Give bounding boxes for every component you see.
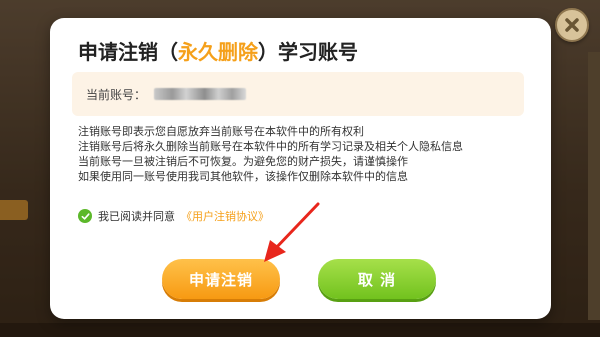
account-value-redacted <box>154 88 247 100</box>
agree-text: 我已阅读并同意 <box>98 210 175 223</box>
close-button[interactable] <box>555 8 589 42</box>
current-account-box: 当前账号： <box>72 72 524 116</box>
agree-checkbox[interactable] <box>78 209 92 223</box>
notice-line: 如果使用同一账号使用我司其他软件，该操作仅删除本软件中的信息 <box>78 170 408 183</box>
checkmark-icon <box>81 212 90 220</box>
dialog-title: 申请注销（永久删除）学习账号 <box>78 36 358 65</box>
title-highlight: 永久删除 <box>178 40 258 64</box>
close-icon <box>565 18 579 32</box>
agreement-row: 我已阅读并同意 《用户注销协议》 <box>78 208 269 224</box>
red-arrow-icon <box>264 202 320 262</box>
cancel-account-dialog: 申请注销（永久删除）学习账号 当前账号： 注销账号即表示您自愿放弃当前账号在本软… <box>50 18 551 319</box>
cancel-button[interactable]: 取 消 <box>318 259 436 299</box>
title-suffix: ）学习账号 <box>258 40 358 64</box>
notice-text: 注销账号即表示您自愿放弃当前账号在本软件中的所有权利 注销账号后将永久删除当前账… <box>78 124 463 184</box>
notice-line: 注销账号后将永久删除当前账号在本软件中的所有学习记录及相关个人隐私信息 <box>78 140 463 153</box>
notice-line: 注销账号即表示您自愿放弃当前账号在本软件中的所有权利 <box>78 125 364 138</box>
title-prefix: 申请注销（ <box>78 40 178 64</box>
notice-line: 当前账号一旦被注销后不可恢复。为避免您的财产损失，请谨慎操作 <box>78 155 408 168</box>
account-label: 当前账号： <box>86 87 147 102</box>
